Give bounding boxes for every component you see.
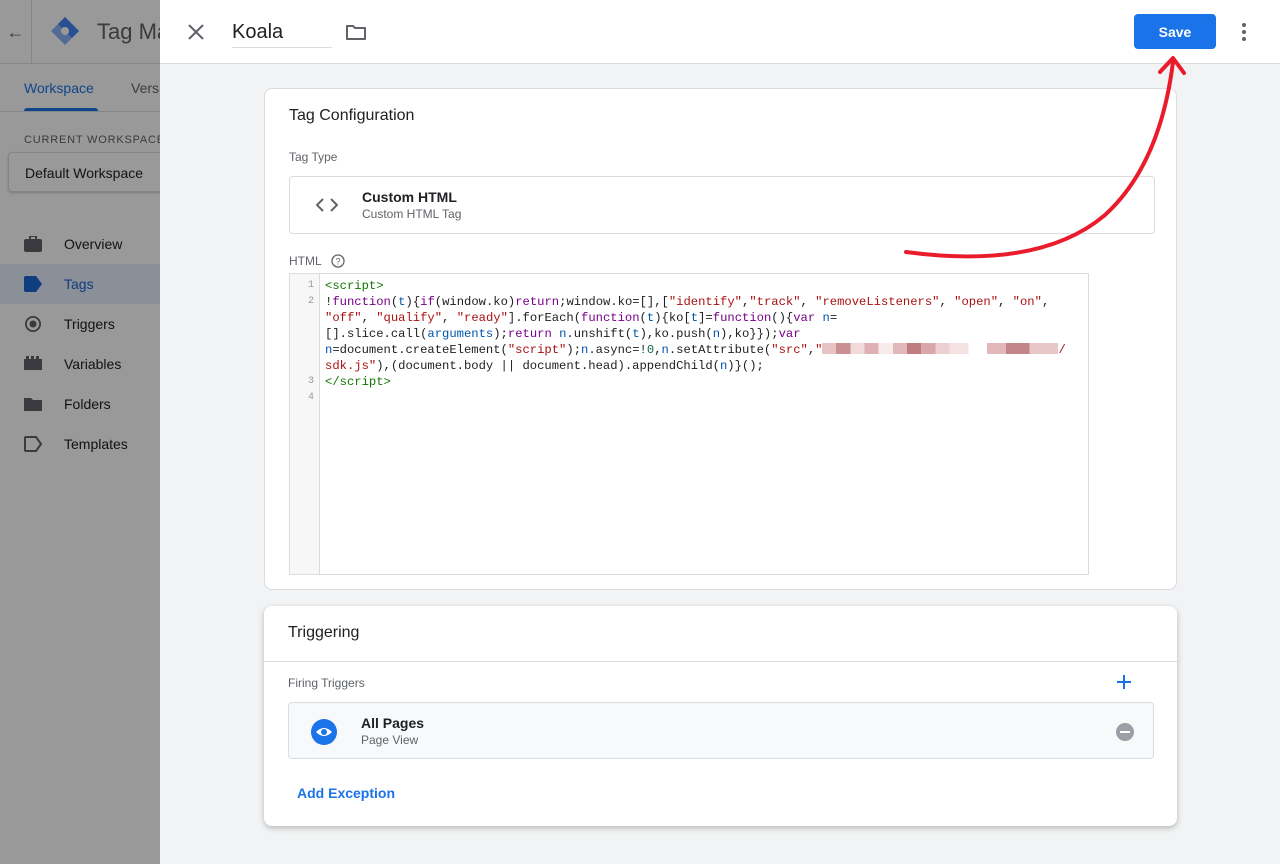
firing-triggers-label: Firing Triggers <box>288 676 365 690</box>
tag-editor-panel: Save Tag Configuration Tag Type Custom H… <box>160 0 1280 864</box>
tag-type-label: Tag Type <box>289 150 338 164</box>
trigger-name: All Pages <box>361 715 425 731</box>
code-line: sdk.js"),(document.body || document.head… <box>325 359 764 373</box>
line-number-gutter: 1 2 3 4 <box>290 274 320 574</box>
more-dot <box>1242 37 1246 41</box>
line-number: 1 <box>307 280 314 291</box>
svg-text:?: ? <box>335 257 340 267</box>
line-number: 3 <box>307 376 314 387</box>
close-button[interactable] <box>182 18 210 46</box>
code-brackets-icon <box>316 198 338 212</box>
tag-configuration-title: Tag Configuration <box>289 107 415 124</box>
editor-header: Save <box>160 0 1280 64</box>
more-options-icon[interactable] <box>1232 20 1256 44</box>
line-number: 4 <box>307 392 314 403</box>
more-dot <box>1242 23 1246 27</box>
tag-type-selector[interactable]: Custom HTML Custom HTML Tag <box>289 176 1155 234</box>
trigger-type: Page View <box>361 733 419 747</box>
remove-trigger-icon[interactable] <box>1115 722 1135 742</box>
divider <box>264 661 1177 662</box>
trigger-row-all-pages[interactable]: All Pages Page View <box>288 702 1154 759</box>
code-line: !function(t){if(window.ko)return;window.… <box>325 295 1050 309</box>
code-line: </script> <box>325 375 391 389</box>
code-line: n=document.createElement("script");n.asy… <box>325 343 1066 357</box>
save-button[interactable]: Save <box>1134 14 1216 49</box>
code-line: [].slice.call(arguments);return n.unshif… <box>325 327 801 341</box>
help-icon[interactable]: ? <box>331 254 345 268</box>
eye-icon <box>311 719 337 745</box>
folder-icon[interactable] <box>344 20 368 44</box>
add-exception-link[interactable]: Add Exception <box>297 785 395 801</box>
close-icon <box>188 24 204 40</box>
code-line: "off", "qualify", "ready"].forEach(funct… <box>325 311 838 325</box>
code-line: <script> <box>325 279 384 293</box>
redacted-url <box>822 343 1059 354</box>
triggering-title: Triggering <box>288 624 360 641</box>
tag-type-description: Custom HTML Tag <box>362 207 462 221</box>
triggering-card: Triggering Firing Triggers All Pages Pag… <box>264 606 1177 826</box>
tag-configuration-card: Tag Configuration Tag Type Custom HTML C… <box>264 88 1177 590</box>
html-code-editor[interactable]: 1 2 3 4 <script> !function(t){if(window.… <box>289 273 1089 575</box>
line-number: 2 <box>307 296 314 307</box>
tag-name-input[interactable] <box>232 14 332 48</box>
more-dot <box>1242 30 1246 34</box>
tag-type-name: Custom HTML <box>362 189 457 205</box>
add-trigger-plus-icon[interactable] <box>1114 672 1134 692</box>
html-label: HTML <box>289 254 322 268</box>
